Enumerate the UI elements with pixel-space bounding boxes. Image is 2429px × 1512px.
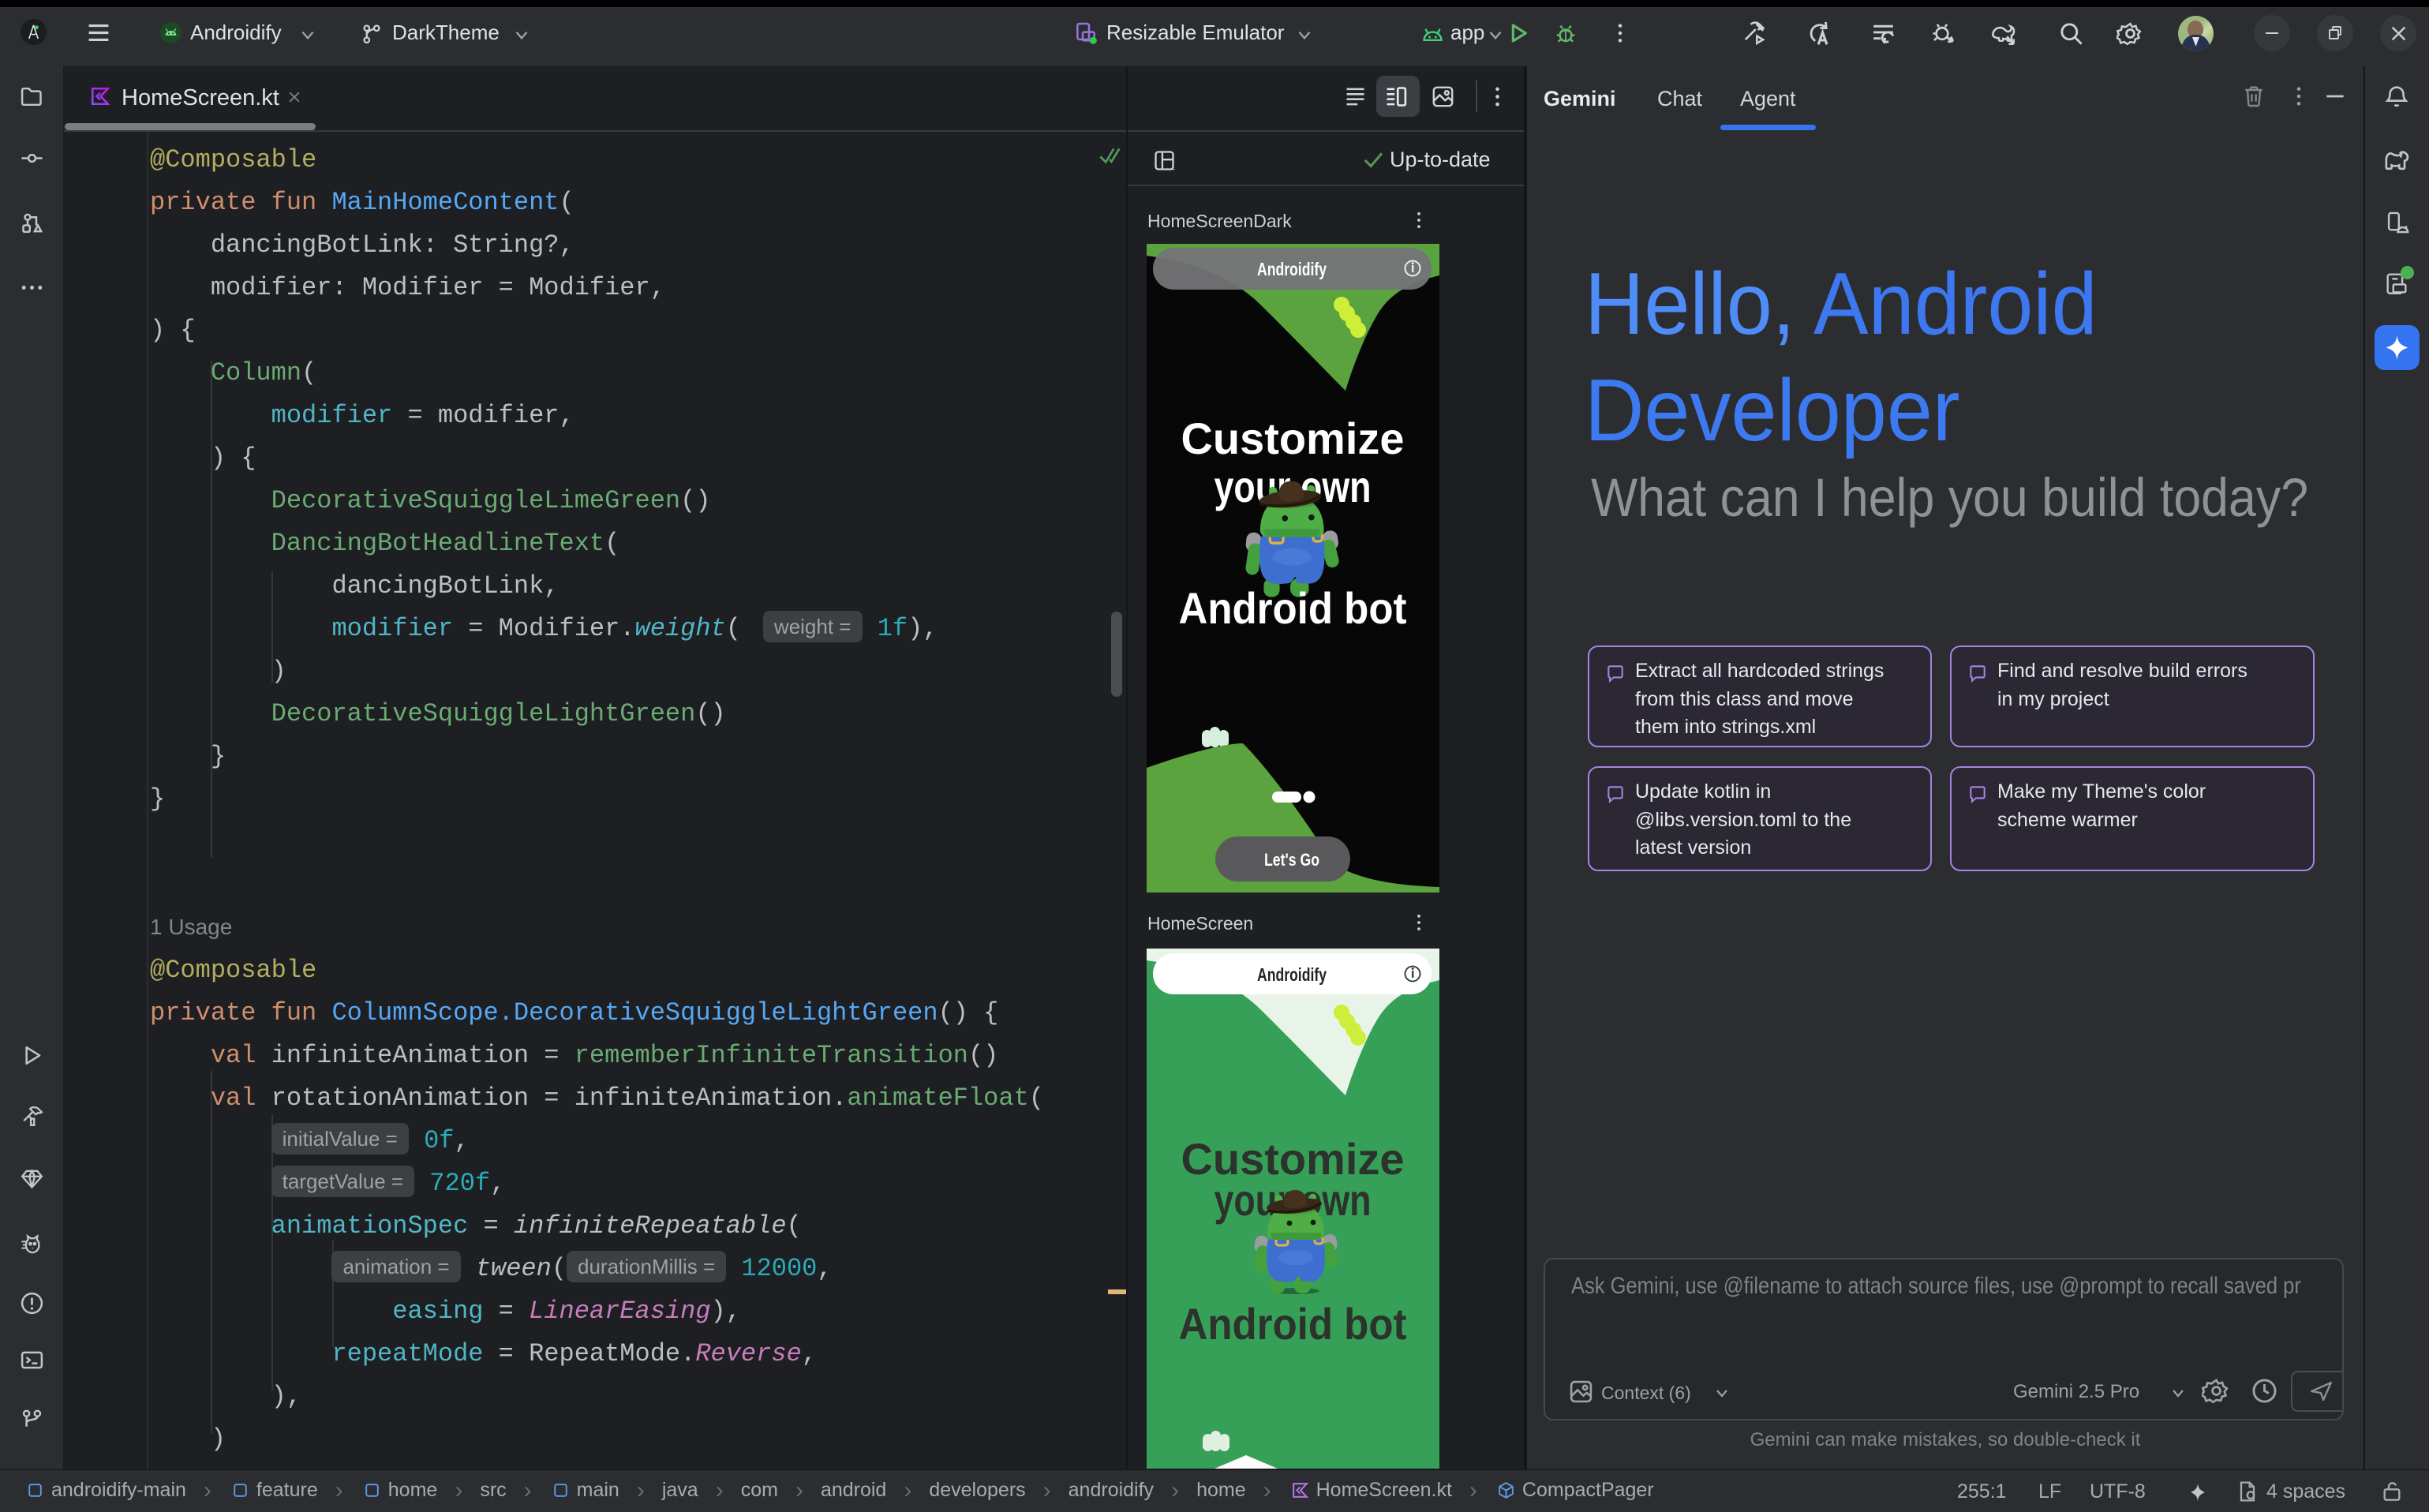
svg-text:Androidify: Androidify [1257, 259, 1327, 279]
svg-text:Customize: Customize [1181, 414, 1405, 463]
svg-text:Android bot: Android bot [1179, 583, 1407, 633]
svg-text:Androidify: Androidify [1257, 964, 1327, 985]
svg-text:Let's Go: Let's Go [1264, 850, 1319, 870]
svg-text:Android bot: Android bot [1179, 1299, 1407, 1349]
